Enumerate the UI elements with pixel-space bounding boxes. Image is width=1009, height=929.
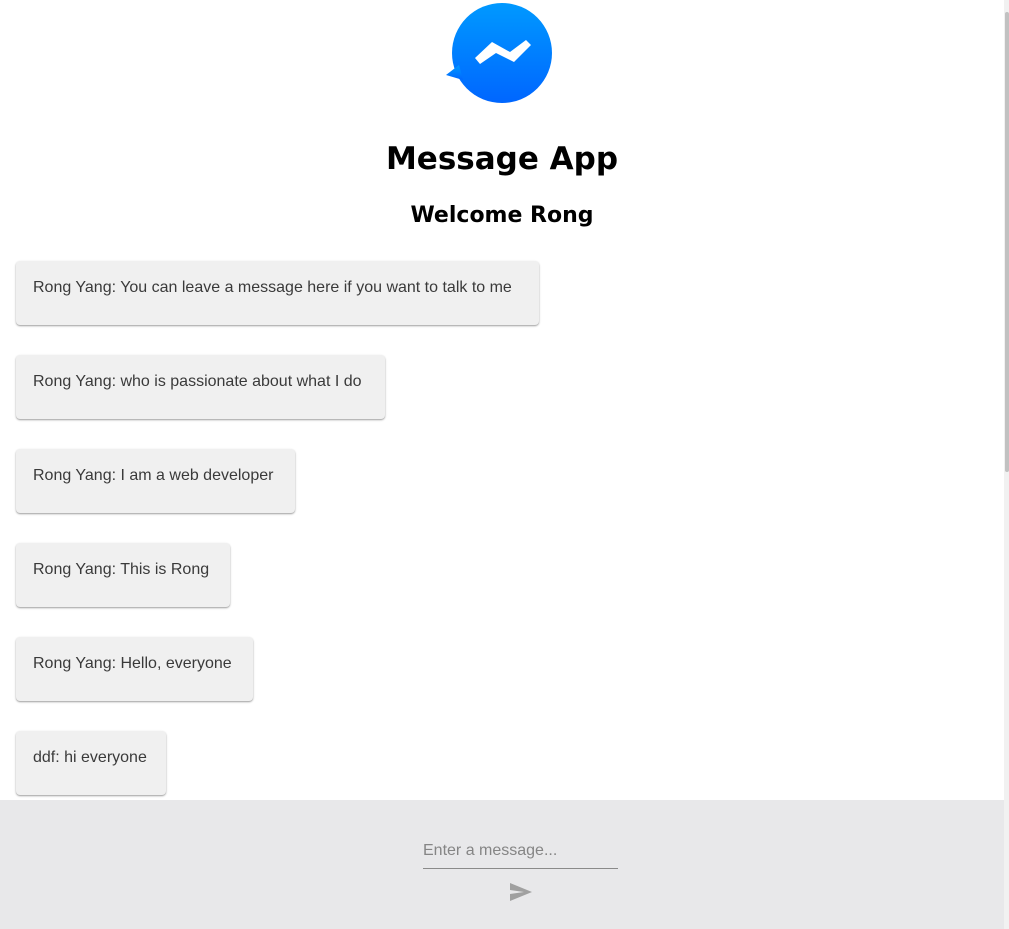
messenger-logo-icon — [446, 3, 552, 103]
message-app-page: Message App Welcome Rong Rong Yang: You … — [0, 0, 1009, 929]
message-text: ddf: hi everyone — [33, 749, 147, 766]
message-card: Rong Yang: This is Rong — [16, 543, 230, 607]
message-card: Rong Yang: Hello, everyone — [16, 637, 253, 701]
message-input[interactable] — [423, 836, 618, 866]
message-card: Rong Yang: I am a web developer — [16, 449, 295, 513]
page-title: Message App — [385, 141, 619, 177]
message-card: Rong Yang: You can leave a message here … — [16, 261, 539, 325]
message-card: ddf: hi everyone — [16, 731, 166, 795]
welcome-heading: Welcome Rong — [410, 203, 594, 228]
message-text: Rong Yang: You can leave a message here … — [33, 279, 512, 296]
scrollbar-thumb[interactable] — [1005, 12, 1009, 472]
message-text: Rong Yang: I am a web developer — [33, 467, 274, 484]
message-input-field — [423, 836, 618, 869]
send-icon[interactable] — [508, 880, 534, 904]
message-text: Rong Yang: Hello, everyone — [33, 655, 232, 672]
message-text: Rong Yang: who is passionate about what … — [33, 373, 362, 390]
message-text: Rong Yang: This is Rong — [33, 561, 210, 578]
message-panel: Message App Welcome Rong Rong Yang: You … — [0, 0, 1004, 800]
scrollbar[interactable] — [1004, 0, 1009, 929]
message-card: Rong Yang: who is passionate about what … — [16, 355, 385, 419]
